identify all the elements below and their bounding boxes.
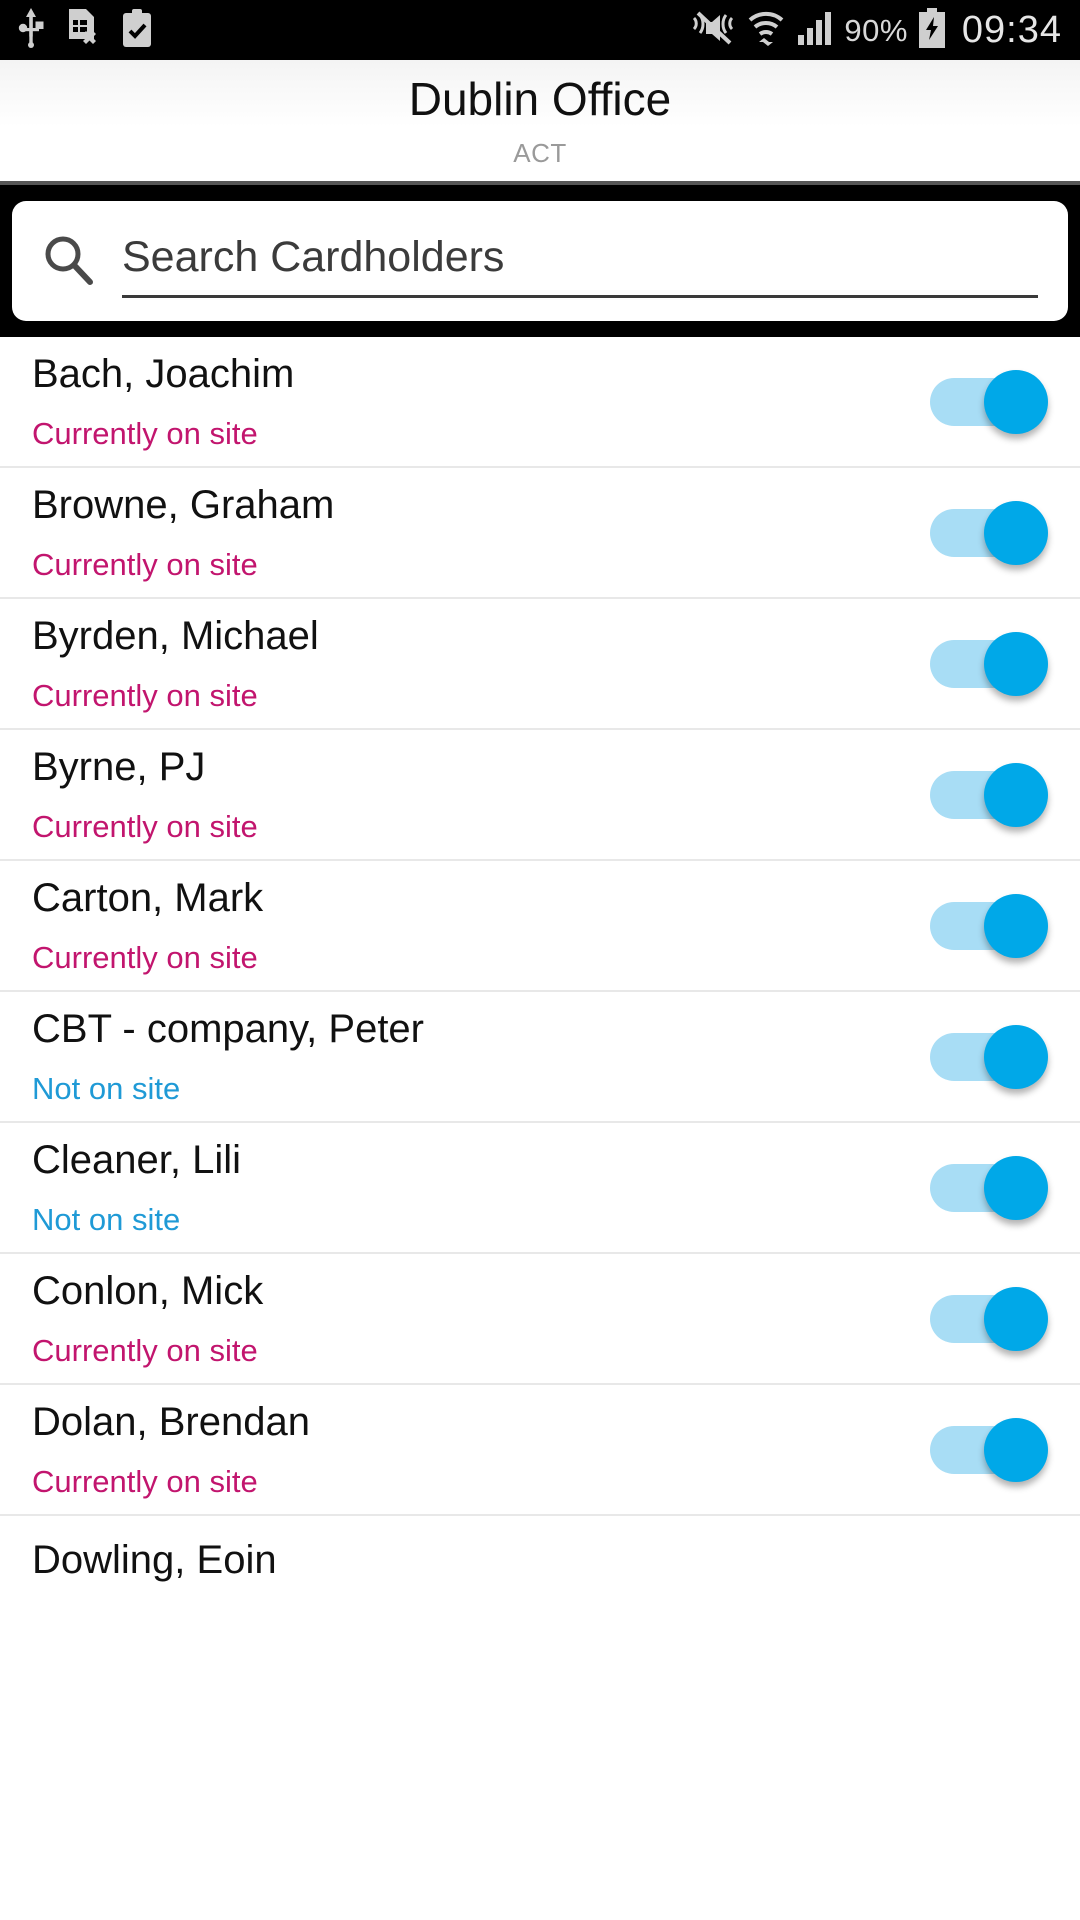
cardholder-name: Bach, Joachim bbox=[32, 351, 295, 396]
table-row[interactable]: Byrden, Michael Currently on site bbox=[0, 599, 1080, 730]
status-badge: Currently on site bbox=[32, 1332, 258, 1368]
cardholder-name: Browne, Graham bbox=[32, 482, 335, 527]
row-texts: Byrne, PJ Currently on site bbox=[32, 745, 258, 844]
toggle-thumb bbox=[984, 1155, 1048, 1220]
clipboard-check-icon bbox=[122, 8, 152, 52]
table-row[interactable]: CBT - company, Peter Not on site bbox=[0, 992, 1080, 1123]
wifi-icon bbox=[746, 9, 786, 52]
search-box[interactable]: Search Cardholders bbox=[12, 201, 1068, 321]
row-texts: Dowling, Eoin bbox=[32, 1538, 277, 1582]
cardholder-toggle[interactable] bbox=[930, 369, 1048, 434]
status-badge: Currently on site bbox=[32, 939, 258, 975]
cardholder-name: Conlon, Mick bbox=[32, 1268, 264, 1313]
toggle-thumb bbox=[984, 369, 1048, 434]
clock-label: 09:34 bbox=[961, 9, 1062, 51]
cardholder-toggle[interactable] bbox=[930, 500, 1048, 565]
table-row[interactable]: Dolan, Brendan Currently on site bbox=[0, 1385, 1080, 1516]
cardholder-toggle[interactable] bbox=[930, 1155, 1048, 1220]
table-row[interactable]: Carton, Mark Currently on site bbox=[0, 861, 1080, 992]
status-badge: Currently on site bbox=[32, 1463, 258, 1499]
toggle-thumb bbox=[984, 1024, 1048, 1089]
table-row[interactable]: Cleaner, Lili Not on site bbox=[0, 1123, 1080, 1254]
cardholder-toggle[interactable] bbox=[930, 1286, 1048, 1351]
table-row[interactable]: Browne, Graham Currently on site bbox=[0, 468, 1080, 599]
cardholder-name: Byrden, Michael bbox=[32, 613, 319, 658]
row-texts: Bach, Joachim Currently on site bbox=[32, 352, 294, 451]
status-badge: Currently on site bbox=[32, 677, 258, 713]
status-bar-right-icons: 90% 09:34 bbox=[692, 7, 1062, 53]
cardholder-toggle[interactable] bbox=[930, 1024, 1048, 1089]
table-row[interactable]: Byrne, PJ Currently on site bbox=[0, 730, 1080, 861]
cardholder-name: Carton, Mark bbox=[32, 875, 264, 920]
toggle-thumb bbox=[984, 500, 1048, 565]
cardholder-toggle[interactable] bbox=[930, 893, 1048, 958]
mute-vibrate-icon bbox=[692, 9, 736, 52]
cardholder-name: Cleaner, Lili bbox=[32, 1137, 242, 1182]
cardholder-name: Dowling, Eoin bbox=[32, 1538, 277, 1582]
status-badge: Currently on site bbox=[32, 415, 258, 451]
cardholder-name: Dolan, Brendan bbox=[32, 1399, 310, 1444]
row-texts: Byrden, Michael Currently on site bbox=[32, 614, 319, 713]
row-texts: Browne, Graham Currently on site bbox=[32, 483, 334, 582]
cardholder-toggle[interactable] bbox=[930, 631, 1048, 696]
row-texts: Conlon, Mick Currently on site bbox=[32, 1269, 263, 1368]
search-input[interactable]: Search Cardholders bbox=[122, 232, 1038, 299]
row-texts: CBT - company, Peter Not on site bbox=[32, 1007, 424, 1106]
sim-card-removed-icon bbox=[66, 8, 100, 52]
row-texts: Cleaner, Lili Not on site bbox=[32, 1138, 241, 1237]
page-title: Dublin Office bbox=[408, 73, 672, 126]
page-subtitle: ACT bbox=[513, 137, 567, 168]
cardholder-toggle[interactable] bbox=[930, 1417, 1048, 1482]
table-row[interactable]: Dowling, Eoin bbox=[0, 1516, 1080, 1606]
status-badge: Not on site bbox=[32, 1070, 181, 1106]
row-texts: Dolan, Brendan Currently on site bbox=[32, 1400, 310, 1499]
cardholder-name: CBT - company, Peter bbox=[32, 1006, 424, 1051]
cardholder-name: Byrne, PJ bbox=[32, 744, 206, 789]
table-row[interactable]: Bach, Joachim Currently on site bbox=[0, 337, 1080, 468]
toggle-thumb bbox=[984, 893, 1048, 958]
battery-percent-label: 90% bbox=[844, 12, 908, 48]
signal-icon bbox=[796, 9, 834, 52]
toggle-thumb bbox=[984, 762, 1048, 827]
status-bar-left-icons bbox=[18, 7, 152, 53]
table-row[interactable]: Conlon, Mick Currently on site bbox=[0, 1254, 1080, 1385]
search-band: Search Cardholders bbox=[0, 185, 1080, 337]
cardholder-list[interactable]: Bach, Joachim Currently on site Browne, Gr… bbox=[0, 337, 1080, 1606]
toggle-thumb bbox=[984, 631, 1048, 696]
cardholder-toggle[interactable] bbox=[930, 762, 1048, 827]
toggle-thumb bbox=[984, 1417, 1048, 1482]
usb-icon bbox=[18, 7, 44, 53]
search-icon bbox=[42, 233, 94, 290]
row-texts: Carton, Mark Currently on site bbox=[32, 876, 263, 975]
status-bar: 90% 09:34 bbox=[0, 0, 1080, 60]
status-badge: Currently on site bbox=[32, 808, 258, 844]
battery-charging-icon bbox=[918, 7, 946, 53]
toggle-thumb bbox=[984, 1286, 1048, 1351]
search-placeholder: Search Cardholders bbox=[122, 232, 505, 281]
status-badge: Not on site bbox=[32, 1201, 181, 1237]
status-badge: Currently on site bbox=[32, 546, 258, 582]
app-header: Dublin Office ACT bbox=[0, 60, 1080, 185]
